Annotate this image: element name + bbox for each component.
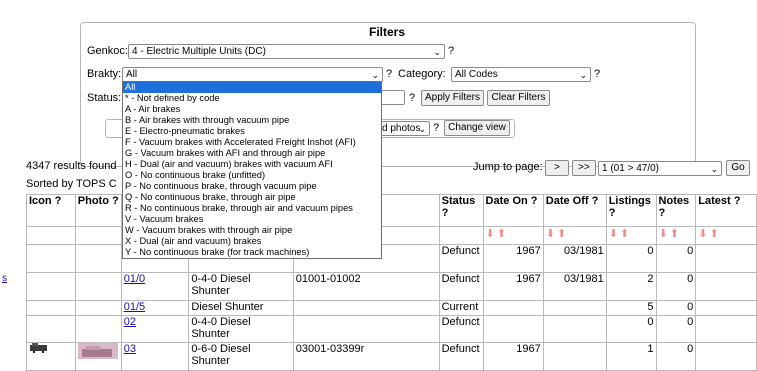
header-date-off[interactable]: Date Off ? [542, 194, 607, 227]
row-code-link[interactable]: 01/5 [124, 301, 145, 313]
chevron-down-icon: ⌄ [579, 70, 587, 80]
photo-thumbnail[interactable] [77, 343, 118, 359]
change-view-button[interactable]: Change view [444, 120, 510, 136]
dropdown-option[interactable]: E - Electro-pneumatic brakes [123, 126, 381, 137]
table-row: 01/0 0-4-0 Diesel Shunter 01001-01002 De… [26, 272, 757, 301]
last-page-button[interactable]: >> [572, 160, 596, 176]
sorted-by-text: Sorted by TOPS C [26, 178, 117, 190]
dropdown-option[interactable]: G - Vacuum brakes with AFI and through a… [123, 148, 381, 159]
category-help-link[interactable]: ? [594, 68, 600, 80]
dropdown-option[interactable]: Y - No continuous brake (for track machi… [123, 247, 381, 258]
row-code-link[interactable]: 01/0 [124, 273, 145, 285]
dropdown-option[interactable]: All [123, 82, 381, 93]
brakty-select-value: All [126, 69, 138, 80]
dropdown-option[interactable]: W - Vacuum brakes with through air pipe [123, 225, 381, 236]
header-date-on[interactable]: Date On ? [482, 194, 544, 227]
photos-select[interactable]: d photos ⌄ [378, 121, 430, 136]
genkoc-label: Genkoc: [87, 45, 128, 57]
status-select[interactable] [380, 90, 405, 105]
dropdown-option[interactable]: X - Dual (air and vacuum) brakes [123, 236, 381, 247]
brakty-help-link[interactable]: ? [386, 68, 392, 80]
chevron-down-icon: ⌄ [710, 164, 718, 174]
dropdown-option[interactable]: F - Vacuum brakes with Accelerated Freig… [123, 137, 381, 148]
status-help-link[interactable]: ? [409, 92, 415, 104]
side-link[interactable]: s [2, 273, 7, 284]
sort-arrows-icon[interactable]: ⬇⬆ [546, 228, 568, 240]
header-status[interactable]: Status? [438, 194, 484, 227]
locomotive-icon [30, 343, 47, 354]
page-select-value: 1 (01 > 47/0) [602, 163, 659, 174]
genkoc-select-value: 4 - Electric Multiple Units (DC) [132, 46, 266, 57]
apply-filters-button[interactable]: Apply Filters [421, 90, 484, 106]
row-code-link[interactable]: 02 [124, 316, 136, 328]
table-row: 02 0-4-0 Diesel Shunter Defunct 0 0 [26, 315, 757, 343]
category-select-value: All Codes [455, 69, 498, 80]
dropdown-option[interactable]: R - No continuous brake, through air and… [123, 203, 381, 214]
header-latest[interactable]: Latest ? [695, 194, 757, 227]
brakty-dropdown-list[interactable]: All * - Not defined by code A - Air brak… [122, 81, 382, 259]
genkoc-help-link[interactable]: ? [448, 45, 454, 57]
header-photo[interactable]: Photo ? [74, 194, 122, 227]
chevron-down-icon: ⌄ [371, 70, 379, 80]
sort-arrows-icon[interactable]: ⬇⬆ [698, 228, 720, 240]
dropdown-option[interactable]: H - Dual (air and vacuum) brakes with va… [123, 159, 381, 170]
results-count: 4347 results found [26, 160, 117, 172]
dropdown-option[interactable]: O - No continuous brake (unfitted) [123, 170, 381, 181]
table-row: 01/5 Diesel Shunter Current 5 0 [26, 300, 757, 316]
table-row: 03 0-6-0 Diesel Shunter 03001-03399r Def… [26, 342, 757, 371]
next-page-button[interactable]: > [545, 160, 569, 176]
dropdown-option[interactable]: Q - No continuous brake, through air pip… [123, 192, 381, 203]
go-button[interactable]: Go [726, 160, 750, 176]
jump-to-page-label: Jump to page: [473, 161, 543, 173]
brakty-label: Brakty: [87, 68, 122, 80]
header-notes[interactable]: Notes? [655, 194, 697, 227]
genkoc-select[interactable]: 4 - Electric Multiple Units (DC) ⌄ [128, 44, 445, 59]
clear-filters-button[interactable]: Clear Filters [487, 90, 550, 106]
dropdown-option[interactable]: B - Air brakes with through vacuum pipe [123, 115, 381, 126]
view-help-link[interactable]: ? [433, 122, 439, 134]
dropdown-option[interactable]: A - Air brakes [123, 104, 381, 115]
dropdown-option[interactable]: P - No continuous brake, through vacuum … [123, 181, 381, 192]
sort-arrows-icon[interactable]: ⬇⬆ [609, 228, 631, 240]
chevron-down-icon: ⌄ [418, 124, 426, 134]
dropdown-option[interactable]: * - Not defined by code [123, 93, 381, 104]
brakty-select[interactable]: All ⌄ [122, 67, 383, 82]
category-label: Category: [398, 68, 446, 80]
category-select[interactable]: All Codes ⌄ [451, 67, 591, 82]
row-code-link[interactable]: 03 [124, 343, 136, 355]
status-label: Status: [87, 92, 122, 104]
filters-title: Filters [369, 25, 406, 39]
page-select[interactable]: 1 (01 > 47/0) ⌄ [598, 161, 722, 176]
photos-select-value: d photos [382, 123, 421, 134]
header-icon[interactable]: Icon ? [26, 194, 76, 227]
dropdown-option[interactable]: V - Vacuum brakes [123, 214, 381, 225]
chevron-down-icon: ⌄ [433, 47, 441, 57]
header-listings[interactable]: Listings? [605, 194, 657, 227]
sort-arrows-icon[interactable]: ⬇⬆ [659, 228, 681, 240]
sort-arrows-icon[interactable]: ⬇⬆ [486, 228, 508, 240]
